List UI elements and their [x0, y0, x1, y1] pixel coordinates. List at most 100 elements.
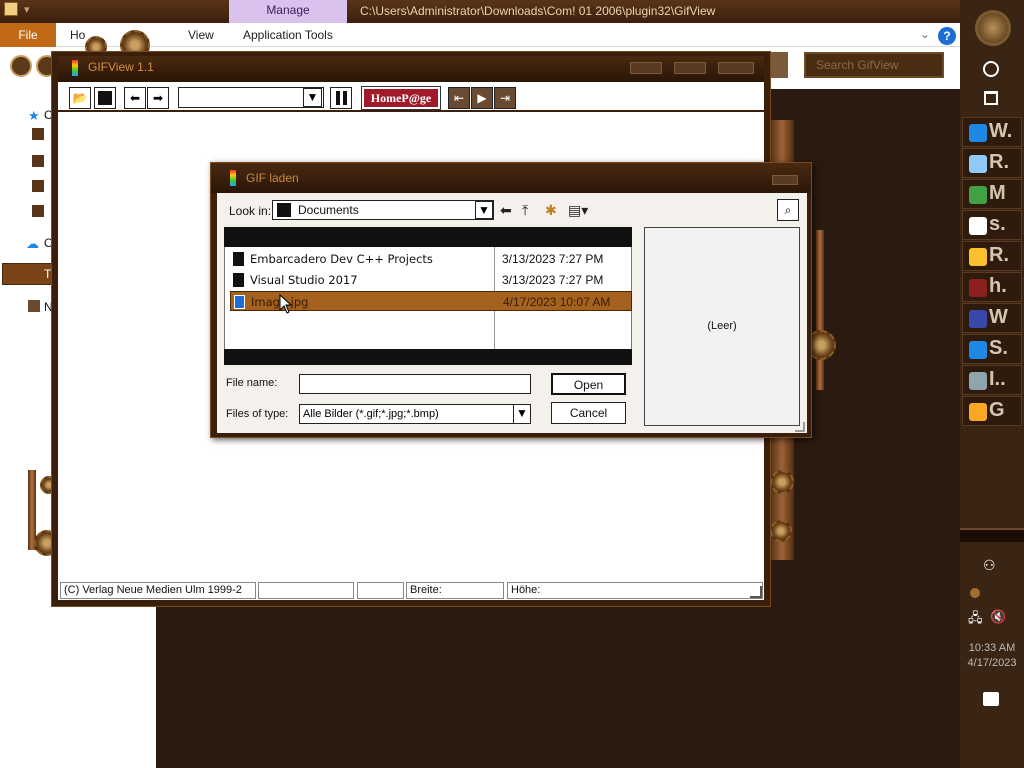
lookin-label: Look in: [229, 204, 272, 218]
onedrive-cloud-icon[interactable]: ☁ [26, 236, 39, 252]
next-arrow-icon[interactable]: ➡ [147, 87, 169, 109]
taskbar-app-label: S. [989, 337, 1008, 359]
prev-arrow-icon[interactable]: ⬅ [124, 87, 146, 109]
tab-file[interactable]: File [0, 23, 56, 47]
taskbar-app-label: W [989, 306, 1008, 328]
taskbar-app-label: W. [989, 120, 1013, 142]
taskbar-app-button[interactable]: R. [962, 241, 1022, 271]
first-frame-icon[interactable]: ⇤ [448, 87, 470, 109]
chevron-down-icon[interactable]: ▼ [475, 201, 493, 219]
view-menu-icon[interactable]: ▤▾ [568, 202, 588, 219]
app-icon [969, 248, 987, 266]
volume-muted-icon[interactable]: 🔇 [990, 609, 1006, 625]
window-path-title: C:\Users\Administrator\Downloads\Com! 01… [360, 4, 716, 18]
folder-icon[interactable] [32, 155, 44, 167]
app-icon [969, 279, 987, 297]
folder-icon[interactable] [32, 128, 44, 140]
people-icon[interactable]: ⚇ [983, 557, 996, 574]
qat-dropdown-icon[interactable]: ▾ [24, 3, 30, 16]
minimize-icon[interactable] [630, 62, 662, 74]
tab-view[interactable]: View [188, 28, 214, 42]
list-item[interactable]: Embarcadero Dev C++ Projects 3/13/2023 7… [230, 249, 632, 269]
file-date: 4/17/2023 10:07 AM [503, 295, 611, 309]
dialog-title: GIF laden [246, 171, 299, 185]
pause-icon [343, 91, 347, 105]
file-name: Embarcadero Dev C++ Projects [250, 252, 433, 266]
quick-access-star-icon[interactable]: ★ [28, 108, 40, 124]
status-cell-empty [258, 582, 354, 599]
taskbar-app-button[interactable]: s. [962, 210, 1022, 240]
ribbon-collapse-chevron-icon[interactable]: ⌄ [920, 27, 930, 41]
back-arrow-icon[interactable] [10, 55, 32, 77]
taskbar-app-label: R. [989, 244, 1009, 266]
filetype-label: Files of type: [226, 408, 289, 420]
mouse-cursor-icon [279, 294, 293, 314]
folder-icon [233, 252, 244, 266]
taskbar-app-button[interactable]: I.. [962, 365, 1022, 395]
open-folder-icon[interactable]: 📂 [69, 87, 91, 109]
quick-access-toolbar: ▾ [4, 2, 30, 16]
up-folder-icon[interactable]: ⤒ [522, 202, 528, 219]
taskbar-app-label: R. [989, 151, 1009, 173]
file-date: 3/13/2023 7:27 PM [502, 273, 604, 287]
taskbar-app-button[interactable]: W [962, 303, 1022, 333]
stop-button[interactable] [94, 87, 116, 109]
preview-toggle-icon[interactable]: ⌕ [777, 199, 799, 221]
horizontal-scrollbar[interactable] [224, 349, 632, 365]
app-icon [969, 403, 987, 421]
new-folder-icon[interactable]: ✱ [545, 202, 557, 219]
filename-input[interactable] [299, 374, 531, 394]
maximize-icon[interactable] [674, 62, 706, 74]
close-icon[interactable] [772, 175, 798, 185]
close-icon[interactable] [718, 62, 754, 74]
start-button-gear-icon[interactable] [975, 10, 1011, 46]
tray-app-icon[interactable] [970, 588, 980, 598]
back-arrow-icon[interactable]: ⬅ [500, 202, 512, 219]
chevron-down-icon[interactable]: ▼ [303, 88, 322, 107]
resize-grip-icon[interactable] [795, 422, 805, 432]
folder-icon[interactable] [32, 180, 44, 192]
stop-icon [98, 91, 112, 105]
folder-icon [233, 273, 244, 287]
search-icon[interactable] [983, 61, 999, 77]
resize-grip-icon[interactable] [750, 586, 762, 598]
help-icon[interactable]: ? [938, 27, 956, 45]
tab-home[interactable]: Ho [70, 28, 85, 42]
file-list-header[interactable] [224, 227, 632, 247]
preview-empty-text: (Leer) [707, 320, 737, 332]
task-view-icon[interactable] [984, 91, 998, 105]
taskbar-app-button[interactable]: h. [962, 272, 1022, 302]
dialog-titlebar[interactable] [211, 163, 811, 193]
open-button[interactable]: Open [551, 373, 626, 395]
folder-icon[interactable] [4, 2, 18, 16]
status-copyright: (C) Verlag Neue Medien Ulm 1999-2 [60, 582, 256, 599]
taskbar-app-label: s. [989, 213, 1006, 235]
taskbar-app-button[interactable]: M [962, 179, 1022, 209]
chevron-down-icon[interactable]: ▼ [513, 405, 530, 423]
taskbar-app-button[interactable]: S. [962, 334, 1022, 364]
clock-date: 4/17/2023 [967, 657, 1017, 669]
cancel-button[interactable]: Cancel [551, 402, 626, 424]
status-cell-empty [357, 582, 404, 599]
play-icon[interactable]: ▶ [471, 87, 493, 109]
clock-time: 10:33 AM [968, 642, 1016, 654]
file-date: 3/13/2023 7:27 PM [502, 252, 604, 266]
folder-icon[interactable] [32, 205, 44, 217]
filename-label: File name: [226, 377, 278, 389]
pause-button[interactable] [330, 87, 352, 109]
taskbar-app-button[interactable]: R. [962, 148, 1022, 178]
filetype-select[interactable]: Alle Bilder (*.gif;*.jpg;*.bmp) [299, 404, 531, 424]
network-icon[interactable] [28, 300, 40, 312]
manage-tab[interactable]: Manage [229, 0, 347, 23]
homepage-button[interactable]: HomeP@ge [361, 86, 441, 110]
list-item[interactable]: Visual Studio 2017 3/13/2023 7:27 PM [230, 270, 632, 290]
taskbar-app-button[interactable]: W. [962, 117, 1022, 147]
network-icon[interactable]: 🖧 [968, 609, 983, 631]
taskbar-clock[interactable]: 10:33 AM 4/17/2023 [962, 641, 1022, 671]
search-input[interactable]: Search GifView [804, 52, 944, 78]
tab-application-tools[interactable]: Application Tools [243, 28, 333, 42]
app-icon [969, 186, 987, 204]
last-frame-icon[interactable]: ⇥ [494, 87, 516, 109]
taskbar-app-button[interactable]: G [962, 396, 1022, 426]
action-center-icon[interactable] [983, 692, 999, 706]
